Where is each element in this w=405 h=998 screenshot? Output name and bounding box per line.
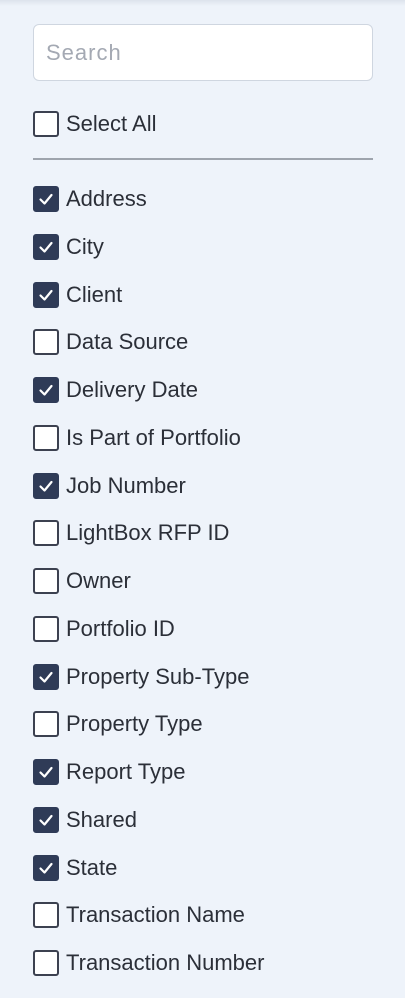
column-option[interactable]: Portfolio ID (33, 614, 175, 644)
column-option[interactable]: Data Source (33, 327, 188, 357)
checkmark-icon (39, 384, 53, 396)
column-option-checkbox[interactable] (33, 424, 59, 451)
column-option-checkbox[interactable] (33, 615, 59, 642)
column-option-label: Is Part of Portfolio (66, 424, 241, 450)
checkmark-icon (39, 480, 53, 492)
column-option-checkbox[interactable] (33, 950, 59, 976)
column-option[interactable]: State (33, 853, 117, 883)
divider (33, 158, 373, 160)
column-option-checkbox[interactable] (33, 902, 59, 929)
column-option-label: Client (66, 281, 123, 307)
checkmark-icon (39, 289, 53, 301)
column-option[interactable]: Property Type (33, 709, 203, 739)
checkmark-icon (39, 671, 53, 683)
checkmark-icon (39, 241, 53, 253)
checkmark-icon (39, 193, 53, 205)
column-option[interactable]: City (33, 232, 104, 262)
column-option-label: Shared (66, 806, 137, 832)
column-option-checkbox[interactable] (33, 186, 59, 212)
select-all-checkbox[interactable]: Select All (33, 109, 157, 139)
column-option[interactable]: Client (33, 280, 122, 310)
column-option-label: State (66, 854, 118, 880)
column-filter-panel: Select All Address City Client Data Source D… (0, 0, 405, 998)
column-option-label: Owner (66, 568, 131, 593)
column-option-checkbox[interactable] (33, 806, 59, 833)
column-option-label: Address (66, 186, 147, 211)
column-option[interactable]: Owner (33, 566, 131, 596)
checkmark-icon (39, 814, 53, 826)
column-option[interactable]: Transaction Name (33, 900, 245, 930)
column-option[interactable]: Shared (33, 805, 137, 835)
column-option[interactable]: Property Sub-Type (33, 662, 249, 692)
column-option-checkbox[interactable] (33, 377, 59, 403)
column-option-checkbox[interactable] (33, 520, 59, 547)
search-input[interactable] (33, 24, 373, 81)
column-option-checkbox[interactable] (33, 329, 59, 356)
column-option[interactable]: Job Number (33, 471, 186, 501)
column-option[interactable]: LightBox RFP ID (33, 518, 229, 548)
checkmark-icon (39, 862, 53, 874)
column-option-checkbox[interactable] (33, 568, 59, 594)
column-option-checkbox[interactable] (33, 854, 59, 881)
column-option-label: City (66, 233, 104, 259)
column-option[interactable]: Transaction Number (33, 948, 264, 978)
column-option-checkbox[interactable] (33, 663, 59, 690)
column-option-label: Job Number (66, 472, 186, 498)
column-option-label: LightBox RFP ID (66, 520, 230, 546)
column-option-checkbox[interactable] (33, 759, 59, 785)
column-option-label: Data Source (66, 329, 189, 355)
column-option-label: Report Type (66, 759, 186, 784)
select-all-box[interactable] (33, 111, 59, 137)
column-option[interactable]: Is Part of Portfolio (33, 423, 241, 453)
column-option-checkbox[interactable] (33, 472, 59, 499)
select-all-label: Select All (66, 111, 157, 136)
checkmark-icon (39, 766, 53, 778)
column-option[interactable]: Report Type (33, 757, 185, 787)
column-option-label: Transaction Number (66, 950, 265, 975)
column-option-label: Delivery Date (66, 377, 199, 402)
column-option-checkbox[interactable] (33, 711, 59, 738)
column-option-checkbox[interactable] (33, 233, 59, 260)
column-option-label: Property Sub-Type (66, 663, 250, 689)
panel-top-shadow (0, 0, 405, 6)
column-option-checkbox[interactable] (33, 281, 59, 308)
column-option-label: Portfolio ID (66, 615, 175, 641)
column-option-label: Transaction Name (66, 902, 245, 928)
column-option[interactable]: Address (33, 184, 147, 214)
column-option[interactable]: Delivery Date (33, 375, 198, 405)
column-option-label: Property Type (66, 711, 203, 737)
